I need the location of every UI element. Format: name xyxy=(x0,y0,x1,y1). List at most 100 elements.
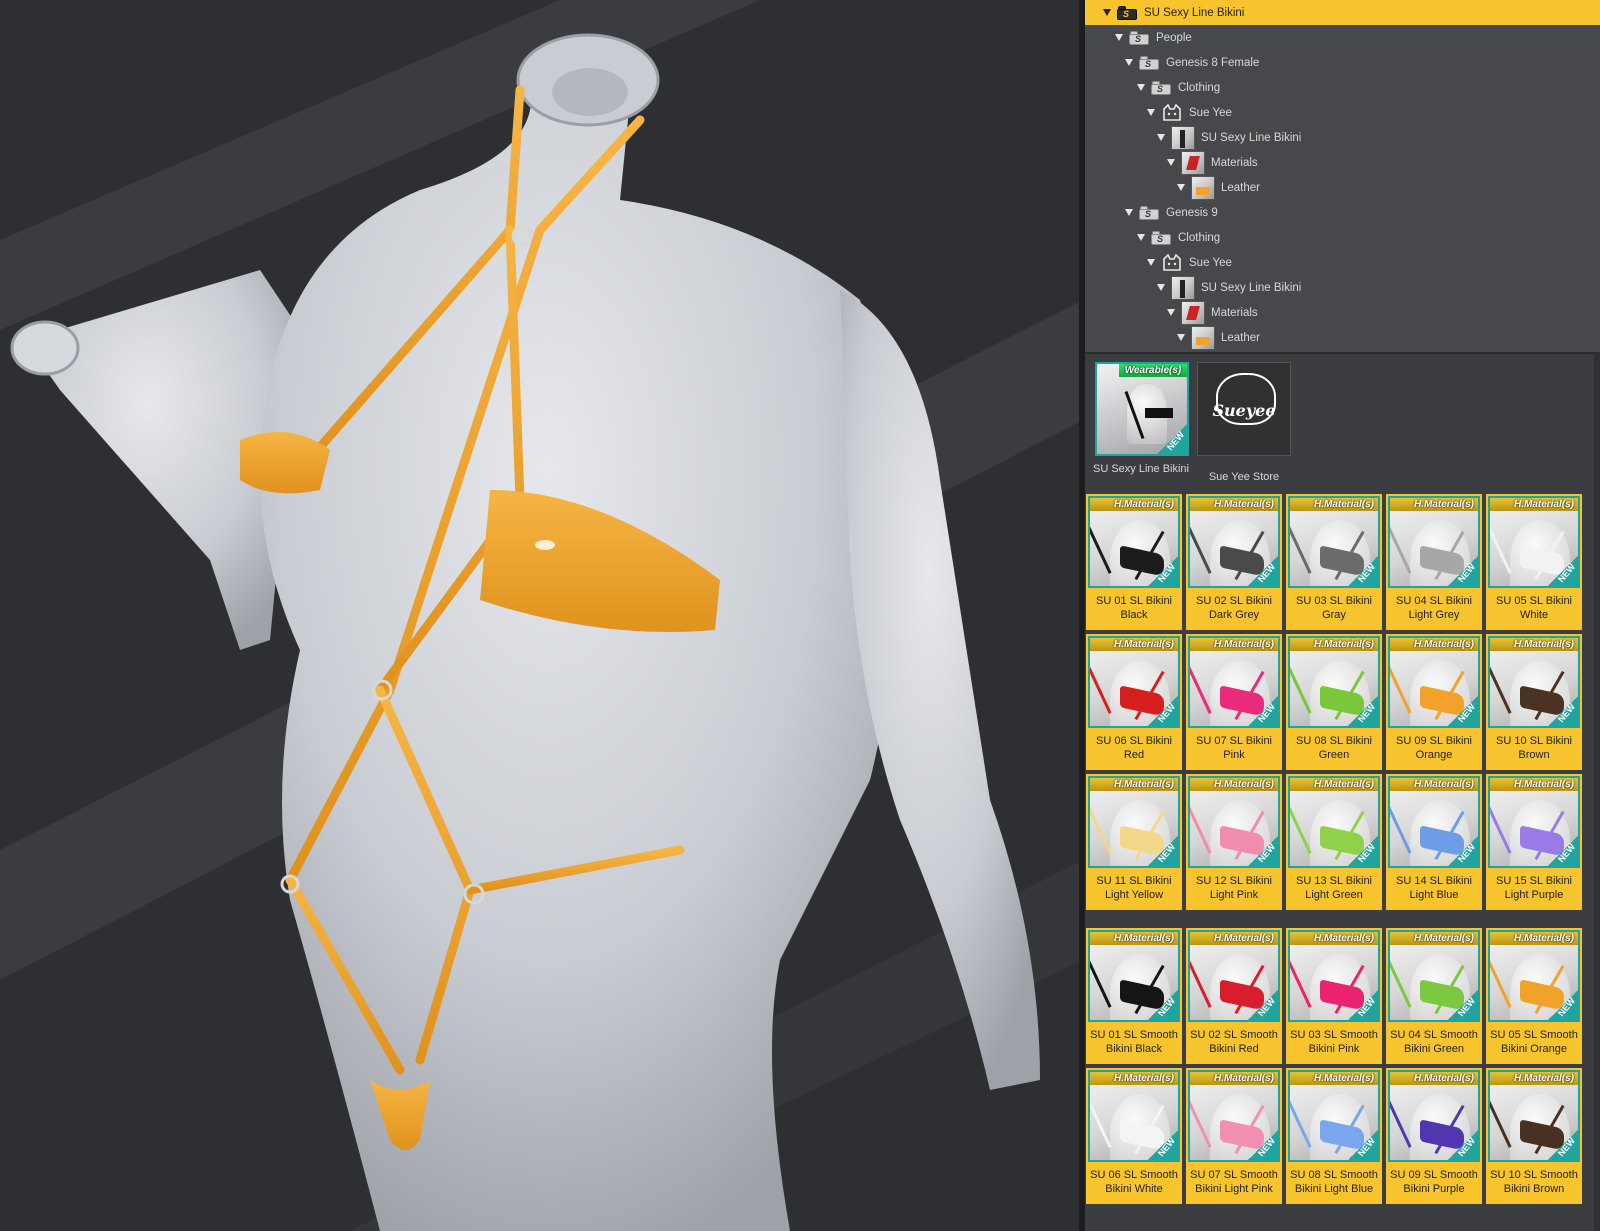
material-tile[interactable]: H.Material(s) NEW SU 04 SL Bikini Light Gre… xyxy=(1386,494,1482,630)
tree-item[interactable]: SU Sexy Line Bikini xyxy=(1085,125,1600,150)
expand-triangle-icon[interactable] xyxy=(1103,9,1111,16)
material-caption-line2: Bikini Orange xyxy=(1500,1043,1568,1055)
material-caption: SU 13 SL Bikini Light Green xyxy=(1288,874,1380,902)
tree-item[interactable]: S Genesis 8 Female xyxy=(1085,50,1600,75)
folder-icon: S xyxy=(1129,30,1149,45)
material-caption-line2: Bikini Purple xyxy=(1403,1183,1465,1195)
material-badge: H.Material(s) xyxy=(1490,638,1578,651)
material-tile[interactable]: H.Material(s) NEW SU 12 SL Bikini Light Pin… xyxy=(1186,774,1282,910)
material-thumbnail: H.Material(s) NEW xyxy=(1088,930,1180,1022)
material-badge: H.Material(s) xyxy=(1290,638,1378,651)
material-tile[interactable]: H.Material(s) NEW SU 02 SL Smooth Bikini Re… xyxy=(1186,928,1282,1064)
material-caption: SU 01 SL Smooth Bikini Black xyxy=(1088,1028,1180,1056)
tree-item[interactable]: S Clothing xyxy=(1085,225,1600,250)
material-tile[interactable]: H.Material(s) NEW SU 03 SL Bikini Gray xyxy=(1286,494,1382,630)
material-caption-line2: Green xyxy=(1318,749,1350,761)
material-tile[interactable]: H.Material(s) NEW SU 09 SL Smooth Bikini Pu… xyxy=(1386,1068,1482,1204)
material-caption-line2: Black xyxy=(1120,609,1148,621)
material-tile[interactable]: H.Material(s) NEW SU 01 SL Smooth Bikini Bl… xyxy=(1086,928,1182,1064)
tree-item[interactable]: Materials xyxy=(1085,300,1600,325)
thumb-strap xyxy=(1390,518,1412,574)
material-caption-line2: White xyxy=(1519,609,1549,621)
material-caption-line2: Bikini Brown xyxy=(1503,1183,1565,1195)
expand-triangle-icon[interactable] xyxy=(1137,84,1145,91)
material-thumbnail: H.Material(s) NEW xyxy=(1488,496,1580,588)
tree-item-label: Leather xyxy=(1221,181,1261,194)
tree-item[interactable]: S People xyxy=(1085,25,1600,50)
material-caption-line1: SU 09 SL Bikini xyxy=(1395,735,1473,747)
material-tile[interactable]: H.Material(s) NEW SU 04 SL Smooth Bikini Gr… xyxy=(1386,928,1482,1064)
tree-item-label: Materials xyxy=(1211,156,1258,169)
3d-viewport[interactable] xyxy=(0,0,1083,1231)
material-tile[interactable]: H.Material(s) NEW SU 02 SL Bikini Dark Grey xyxy=(1186,494,1282,630)
material-badge: H.Material(s) xyxy=(1490,498,1578,511)
expand-triangle-icon[interactable] xyxy=(1167,159,1175,166)
material-tile[interactable]: H.Material(s) NEW SU 08 SL Smooth Bikini Li… xyxy=(1286,1068,1382,1204)
material-caption-line2: Red xyxy=(1123,749,1145,761)
tree-item[interactable]: Materials xyxy=(1085,150,1600,175)
tree-item[interactable]: S Clothing xyxy=(1085,75,1600,100)
folder-icon: S xyxy=(1151,230,1171,245)
material-caption-line1: SU 01 SL Smooth xyxy=(1090,1029,1178,1041)
material-tile[interactable]: H.Material(s) NEW SU 07 SL Smooth Bikini Li… xyxy=(1186,1068,1282,1204)
expand-triangle-icon[interactable] xyxy=(1157,134,1165,141)
material-tile[interactable]: H.Material(s) NEW SU 08 SL Bikini Green xyxy=(1286,634,1382,770)
expand-triangle-icon[interactable] xyxy=(1177,184,1185,191)
category-tree: S SU Sexy Line Bikini S People S Genesis 8 Fe… xyxy=(1085,0,1600,354)
expand-triangle-icon[interactable] xyxy=(1177,334,1185,341)
material-tile[interactable]: H.Material(s) NEW SU 01 SL Bikini Black xyxy=(1086,494,1182,630)
tree-item-label: Materials xyxy=(1211,306,1258,319)
cat-icon xyxy=(1161,103,1183,122)
material-tile[interactable]: H.Material(s) NEW SU 11 SL Bikini Light Yel… xyxy=(1086,774,1182,910)
material-tile[interactable]: H.Material(s) NEW SU 15 SL Bikini Light Pur… xyxy=(1486,774,1582,910)
material-caption: SU 14 SL Bikini Light Blue xyxy=(1388,874,1480,902)
material-tile[interactable]: H.Material(s) NEW SU 10 SL Smooth Bikini Br… xyxy=(1486,1068,1582,1204)
material-tile[interactable]: H.Material(s) NEW SU 03 SL Smooth Bikini Pi… xyxy=(1286,928,1382,1064)
material-tile[interactable]: H.Material(s) NEW SU 10 SL Bikini Brown xyxy=(1486,634,1582,770)
material-thumbnail: H.Material(s) NEW xyxy=(1188,1070,1280,1162)
material-caption-line2: Bikini Black xyxy=(1105,1043,1163,1055)
store-tile[interactable]: Sueyee xyxy=(1197,362,1291,456)
tree-item[interactable]: SU Sexy Line Bikini xyxy=(1085,275,1600,300)
material-tile[interactable]: H.Material(s) NEW SU 07 SL Bikini Pink xyxy=(1186,634,1282,770)
material-tile[interactable]: H.Material(s) NEW SU 06 SL Bikini Red xyxy=(1086,634,1182,770)
expand-triangle-icon[interactable] xyxy=(1125,59,1133,66)
thumb-strap xyxy=(1090,798,1112,854)
content-library-panel: S SU Sexy Line Bikini S People S Genesis 8 Fe… xyxy=(1085,0,1600,1231)
thumb-strap xyxy=(1490,518,1512,574)
tree-item[interactable]: Leather xyxy=(1085,175,1600,200)
material-tile[interactable]: H.Material(s) NEW SU 09 SL Bikini Orange xyxy=(1386,634,1482,770)
tree-item[interactable]: S SU Sexy Line Bikini xyxy=(1085,0,1600,25)
material-caption: SU 09 SL Bikini Orange xyxy=(1388,734,1480,762)
material-caption-line1: SU 06 SL Smooth xyxy=(1090,1169,1178,1181)
material-tile[interactable]: H.Material(s) NEW SU 05 SL Smooth Bikini Or… xyxy=(1486,928,1582,1064)
material-badge: H.Material(s) xyxy=(1390,778,1478,791)
material-tile[interactable]: H.Material(s) NEW SU 14 SL Bikini Light Blu… xyxy=(1386,774,1482,910)
expand-triangle-icon[interactable] xyxy=(1115,34,1123,41)
tree-item[interactable]: Leather xyxy=(1085,325,1600,350)
tree-item[interactable]: S Genesis 9 xyxy=(1085,200,1600,225)
expand-triangle-icon[interactable] xyxy=(1147,109,1155,116)
material-badge: H.Material(s) xyxy=(1290,1072,1378,1085)
scrollbar[interactable] xyxy=(1594,352,1600,1231)
material-caption: SU 03 SL Bikini Gray xyxy=(1288,594,1380,622)
expand-triangle-icon[interactable] xyxy=(1125,209,1133,216)
material-thumbnail: H.Material(s) NEW xyxy=(1488,1070,1580,1162)
tree-item[interactable]: Sue Yee xyxy=(1085,100,1600,125)
material-caption-line1: SU 13 SL Bikini xyxy=(1295,875,1373,887)
expand-triangle-icon[interactable] xyxy=(1157,284,1165,291)
material-tile[interactable]: H.Material(s) NEW SU 13 SL Bikini Light Gre… xyxy=(1286,774,1382,910)
expand-triangle-icon[interactable] xyxy=(1137,234,1145,241)
material-badge: H.Material(s) xyxy=(1490,932,1578,945)
tree-item[interactable]: Sue Yee xyxy=(1085,250,1600,275)
material-caption-line2: Bikini Light Blue xyxy=(1294,1183,1374,1195)
material-tile[interactable]: H.Material(s) NEW SU 05 SL Bikini White xyxy=(1486,494,1582,630)
expand-triangle-icon[interactable] xyxy=(1167,309,1175,316)
expand-triangle-icon[interactable] xyxy=(1147,259,1155,266)
thumb-strap xyxy=(1090,658,1112,714)
material-caption-line2: Pink xyxy=(1223,749,1245,761)
wearable-tile[interactable]: Wearable(s) NEW xyxy=(1095,362,1189,456)
material-tile[interactable]: H.Material(s) NEW SU 06 SL Smooth Bikini Wh… xyxy=(1086,1068,1182,1204)
material-badge: H.Material(s) xyxy=(1290,932,1378,945)
material-caption: SU 05 SL Smooth Bikini Orange xyxy=(1488,1028,1580,1056)
